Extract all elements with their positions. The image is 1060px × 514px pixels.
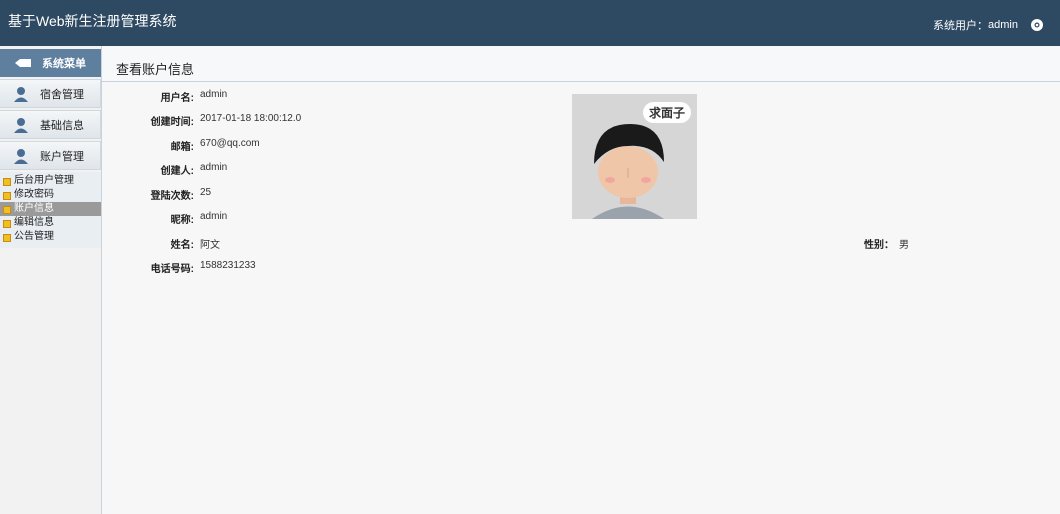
submenu-item-admin-users[interactable]: 后台用户管理	[0, 174, 101, 188]
nickname-label: 昵称:	[170, 215, 194, 226]
nickname-value: admin	[200, 211, 228, 222]
real-name-value: 阿文	[200, 240, 220, 251]
user-name[interactable]: admin	[988, 19, 1018, 31]
app-title: 基于Web新生注册管理系统	[8, 13, 177, 29]
username-value: admin	[200, 89, 228, 100]
created-time-value: 2017-01-18 18:00:12.0	[200, 113, 302, 124]
created-time-label: 创建时间:	[150, 117, 194, 128]
account-submenu: 后台用户管理 修改密码 账户信息 编辑信息 公告管理	[0, 172, 101, 248]
submenu-item-announcements[interactable]: 公告管理	[0, 230, 101, 244]
page-title: 查看账户信息	[116, 62, 195, 77]
sidebar-item-basic-info[interactable]: 基础信息	[0, 110, 101, 139]
gear-icon[interactable]	[1030, 18, 1044, 32]
sidebar-item-account[interactable]: 账户管理	[0, 141, 101, 170]
submenu-label: 账户信息	[14, 203, 54, 214]
login-count-label: 登陆次数:	[150, 191, 194, 202]
sidebar-item-dormitory[interactable]: 宿舍管理	[0, 79, 101, 108]
submenu-label: 编辑信息	[14, 217, 54, 228]
sidebar-item-label: 宿舍管理	[40, 88, 84, 101]
tag-icon	[14, 58, 32, 68]
square-bullet-icon	[3, 178, 11, 186]
square-bullet-icon	[3, 234, 11, 242]
user-label: 系统用户：	[933, 20, 989, 32]
submenu-item-change-password[interactable]: 修改密码	[0, 188, 101, 202]
avatar-speech-bubble: 求面子	[642, 102, 691, 123]
submenu-item-account-info[interactable]: 账户信息	[0, 202, 101, 216]
email-label: 邮箱:	[170, 142, 194, 153]
creator-label: 创建人:	[160, 166, 194, 177]
submenu-item-edit-info[interactable]: 编辑信息	[0, 216, 101, 230]
email-value: 670@qq.com	[200, 138, 260, 149]
username-label: 用户名:	[160, 93, 194, 104]
square-bullet-icon	[3, 192, 11, 200]
user-icon	[12, 116, 30, 134]
sidebar-header-label: 系统菜单	[42, 58, 86, 70]
user-icon	[12, 85, 30, 103]
avatar: 求面子	[572, 94, 697, 219]
real-name-label: 姓名:	[170, 240, 194, 251]
sidebar-menu-header: 系统菜单	[0, 49, 101, 77]
user-area: 系统用户： admin	[933, 17, 1044, 33]
square-bullet-icon	[3, 220, 11, 228]
gender-label: 性别：	[864, 240, 894, 251]
content-header: 查看账户信息	[102, 47, 1060, 82]
sidebar-item-label: 账户管理	[40, 150, 84, 163]
login-count-value: 25	[200, 187, 212, 198]
sidebar: 系统菜单 宿舍管理 基础信息 账户管理 后台用户管理 修改密码 账户信息 编辑信…	[0, 46, 102, 514]
submenu-label: 修改密码	[14, 189, 54, 200]
submenu-label: 后台用户管理	[14, 175, 74, 186]
submenu-label: 公告管理	[14, 231, 54, 242]
sidebar-item-label: 基础信息	[40, 119, 84, 132]
user-icon	[12, 147, 30, 165]
creator-value: admin	[200, 162, 228, 173]
square-bullet-icon	[3, 206, 11, 214]
phone-value: 1588231233	[200, 260, 256, 271]
top-bar: 基于Web新生注册管理系统 系统用户： admin	[0, 0, 1060, 46]
phone-label: 电话号码:	[150, 264, 194, 275]
gender-value: 男	[899, 240, 909, 251]
